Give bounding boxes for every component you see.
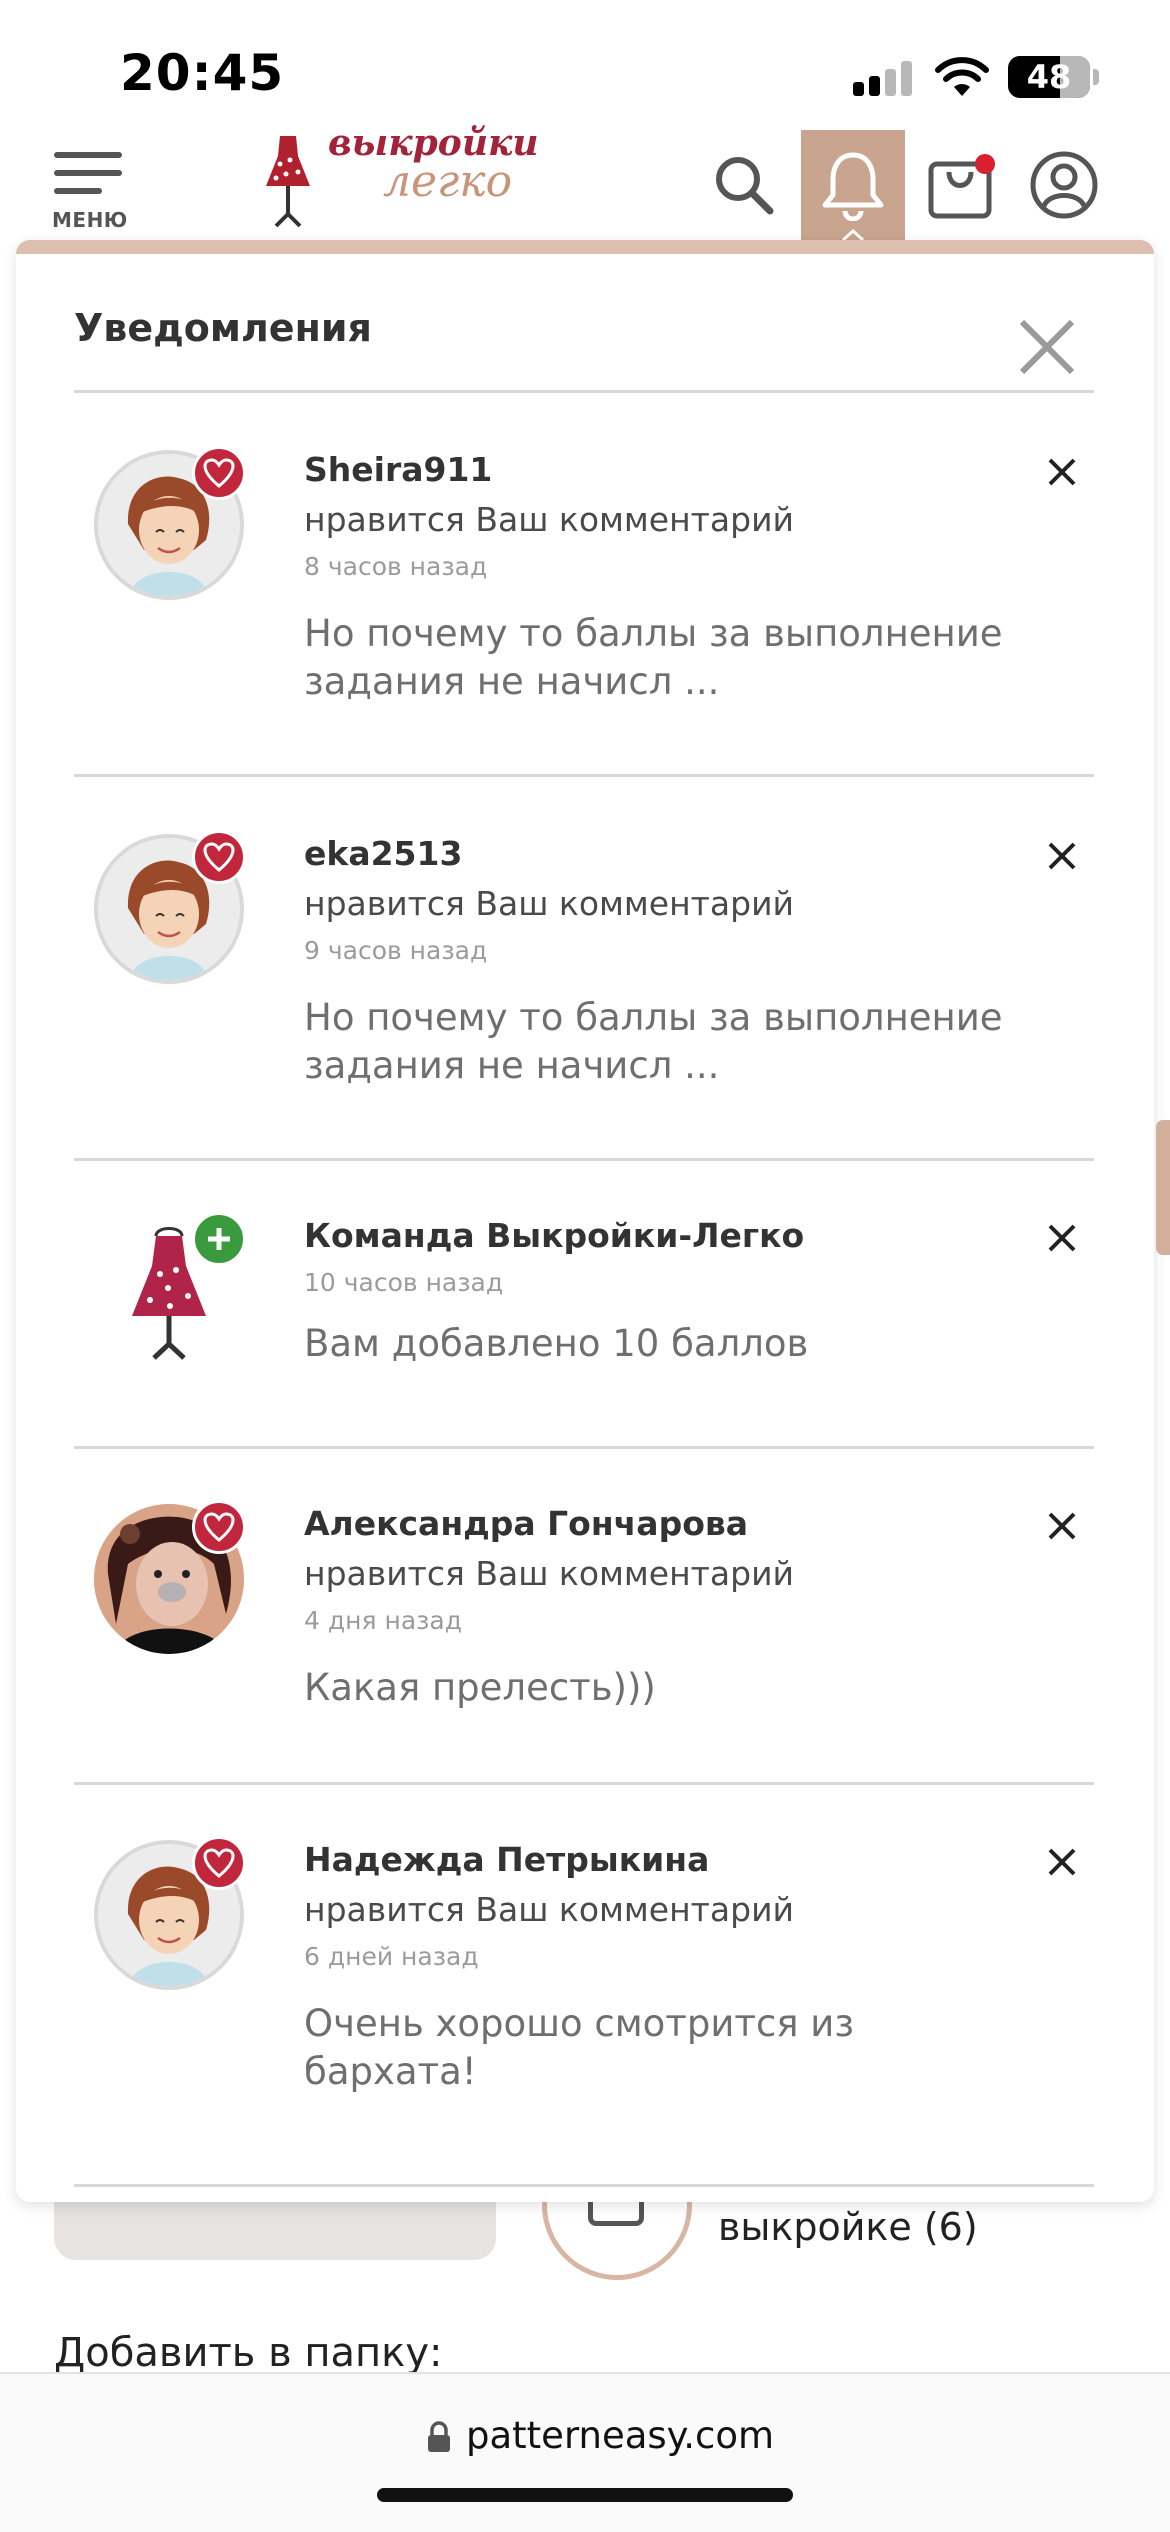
logo-text-line2: легко	[383, 156, 513, 207]
notification-author[interactable]: Sheira911	[304, 450, 492, 489]
notification-text[interactable]: Вам добавлено 10 баллов	[304, 1320, 1074, 1368]
notification-text[interactable]: Какая прелесть)))	[304, 1664, 1074, 1712]
background-add-folder: Добавить в папку:	[54, 2330, 443, 2376]
notification-time: 10 часов назад	[304, 1268, 504, 1297]
heart-icon	[192, 1836, 246, 1890]
lock-icon	[428, 2421, 450, 2452]
notification-author[interactable]: eka2513	[304, 834, 462, 873]
notification-item[interactable]: Надежда Петрыкина нравится Ваш комментар…	[74, 1836, 1094, 2140]
notification-action: нравится Ваш комментарий	[304, 1554, 794, 1593]
battery-icon: 48	[1008, 56, 1090, 98]
notification-time: 9 часов назад	[304, 936, 488, 965]
bag-icon	[928, 154, 995, 219]
profile-button[interactable]	[1014, 130, 1114, 240]
notification-author[interactable]: Команда Выкройки-Легко	[304, 1216, 804, 1255]
plus-icon	[192, 1212, 246, 1266]
menu-button[interactable]: МЕНЮ	[52, 142, 132, 232]
site-logo[interactable]: выкройки легко	[258, 122, 539, 230]
status-time: 20:45	[120, 44, 285, 102]
dismiss-icon[interactable]	[1044, 838, 1080, 874]
battery-tip	[1093, 69, 1099, 85]
close-icon[interactable]	[1016, 316, 1078, 378]
browser-url-bar[interactable]: patterneasy.com	[0, 2372, 1170, 2532]
signal-icon	[853, 60, 913, 96]
bell-icon	[822, 152, 884, 221]
notifications-button[interactable]	[801, 130, 905, 242]
cart-button[interactable]	[910, 130, 1010, 240]
dismiss-icon[interactable]	[1044, 1844, 1080, 1880]
scrollbar-thumb[interactable]	[1156, 1120, 1170, 1255]
search-icon	[716, 157, 774, 215]
notification-time: 4 дня назад	[304, 1606, 463, 1635]
dress-logo-icon	[266, 136, 310, 228]
notification-text[interactable]: Но почему то баллы за выполнение задания…	[304, 610, 1074, 706]
notification-item[interactable]: eka2513 нравится Ваш комментарий 9 часов…	[74, 830, 1094, 1134]
divider	[74, 1782, 1094, 1785]
heart-icon	[192, 446, 246, 500]
modal-title: Уведомления	[74, 306, 372, 350]
divider	[74, 2184, 1094, 2187]
heart-icon	[192, 830, 246, 884]
background-pattern-count: выкройке (6)	[718, 2205, 978, 2249]
notification-text[interactable]: Но почему то баллы за выполнение задания…	[304, 994, 1074, 1090]
user-icon	[1030, 151, 1098, 219]
url-text[interactable]: patterneasy.com	[466, 2414, 774, 2457]
dismiss-icon[interactable]	[1044, 1220, 1080, 1256]
wifi-icon	[935, 57, 989, 96]
page: 20:45 48 МЕНЮ выкройки легко выкройке (6…	[0, 0, 1170, 2532]
divider	[74, 774, 1094, 777]
notification-item[interactable]: Команда Выкройки-Легко 10 часов назад Ва…	[74, 1212, 1094, 1436]
dismiss-icon[interactable]	[1044, 1508, 1080, 1544]
notification-action: нравится Ваш комментарий	[304, 500, 794, 539]
status-bar: 20:45 48	[0, 0, 1170, 140]
site-header: МЕНЮ выкройки легко	[0, 122, 1170, 245]
divider	[74, 1446, 1094, 1449]
notification-action: нравится Ваш комментарий	[304, 884, 794, 923]
notifications-modal: Уведомления Sheira911 нравится Ваш комме…	[16, 240, 1154, 2202]
battery-level: 48	[1026, 58, 1072, 96]
notification-author[interactable]: Александра Гончарова	[304, 1504, 748, 1543]
notification-item[interactable]: Александра Гончарова нравится Ваш коммен…	[74, 1500, 1094, 1774]
divider	[74, 390, 1094, 393]
notification-author[interactable]: Надежда Петрыкина	[304, 1840, 709, 1879]
home-indicator[interactable]	[377, 2488, 793, 2502]
divider	[74, 1158, 1094, 1161]
notification-text[interactable]: Очень хорошо смотрится из бархата!	[304, 2000, 944, 2096]
dismiss-icon[interactable]	[1044, 454, 1080, 490]
search-button[interactable]	[694, 130, 794, 240]
menu-label: МЕНЮ	[52, 208, 128, 232]
notification-time: 8 часов назад	[304, 552, 488, 581]
notification-time: 6 дней назад	[304, 1942, 479, 1971]
heart-icon	[192, 1500, 246, 1554]
notification-item[interactable]: Sheira911 нравится Ваш комментарий 8 час…	[74, 446, 1094, 750]
notification-action: нравится Ваш комментарий	[304, 1890, 794, 1929]
